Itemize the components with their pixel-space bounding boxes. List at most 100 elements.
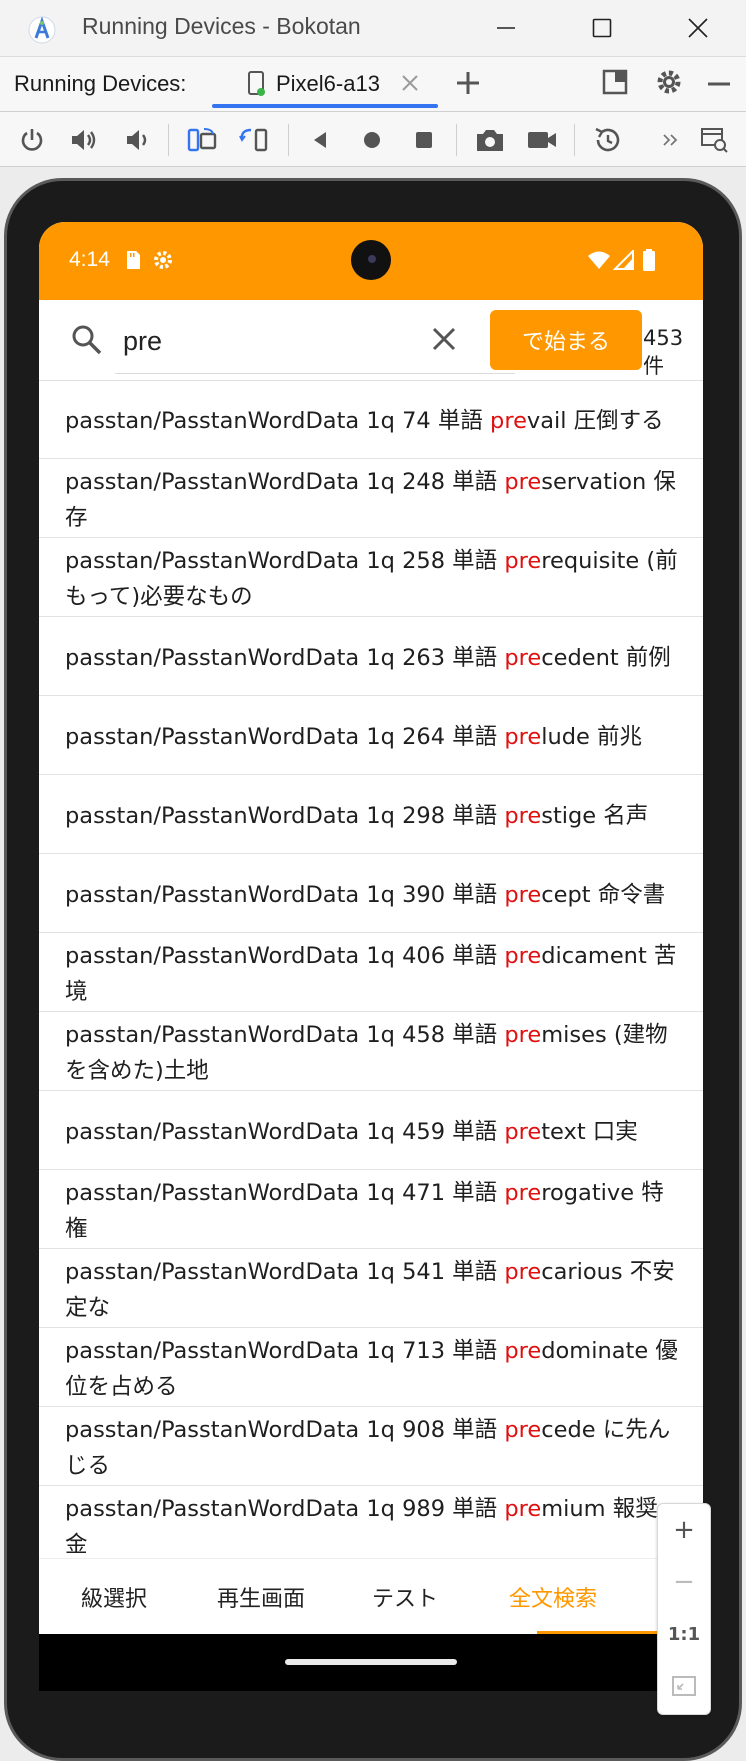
result-row[interactable]: passtan/PasstanWordData 1q 713 単語 predom… [39,1328,703,1407]
camera-icon[interactable] [472,122,508,158]
power-icon[interactable] [14,122,50,158]
search-icon [71,324,103,360]
snapshot-icon[interactable] [590,122,626,158]
window-title: Running Devices - Bokotan [82,13,361,39]
result-text: passtan/PasstanWordData 1q 471 単語 prerog… [65,1175,679,1247]
result-prefix: passtan/PasstanWordData 1q 458 単語 [65,1022,505,1048]
more-icon[interactable] [652,122,688,158]
clear-icon[interactable] [429,324,459,358]
nav-playback[interactable]: 再生画面 [217,1581,305,1613]
toolbar-separator [168,124,169,156]
result-prefix: passtan/PasstanWordData 1q 263 単語 [65,645,505,671]
gear-icon[interactable] [654,67,684,101]
result-prefix: passtan/PasstanWordData 1q 713 単語 [65,1338,505,1364]
result-text: passtan/PasstanWordData 1q 298 単語 presti… [65,798,648,834]
result-prefix: passtan/PasstanWordData 1q 248 単語 [65,469,505,495]
result-match: pre [504,1496,542,1522]
device-screen[interactable]: 4:14 で始まる 453件 passtan/PasstanWordData 1 [39,222,703,1691]
result-match: pre [504,724,542,750]
result-prefix: passtan/PasstanWordData 1q 390 単語 [65,882,505,908]
result-row[interactable]: passtan/PasstanWordData 1q 989 単語 premiu… [39,1486,703,1558]
result-rest: cept 命令書 [541,882,666,908]
result-match: pre [504,548,542,574]
toolbar-separator [456,124,457,156]
search-bar: で始まる 453件 [39,300,703,381]
status-time: 4:14 [69,248,110,271]
device-phone-icon [246,71,268,101]
result-prefix: passtan/PasstanWordData 1q 541 単語 [65,1259,505,1285]
result-row[interactable]: passtan/PasstanWordData 1q 541 単語 precar… [39,1249,703,1328]
result-rest: cedent 前例 [541,645,671,671]
result-prefix: passtan/PasstanWordData 1q 471 単語 [65,1180,505,1206]
nav-level-select[interactable]: 級選択 [81,1581,147,1613]
nav-full-text-search[interactable]: 全文検索 [509,1581,597,1613]
rotate-right-icon[interactable] [236,122,272,158]
toolbar-separator [288,124,289,156]
home-gesture-pill[interactable] [285,1659,457,1665]
result-row[interactable]: passtan/PasstanWordData 1q 471 単語 prerog… [39,1170,703,1249]
result-text: passtan/PasstanWordData 1q 406 単語 predic… [65,938,679,1010]
rotate-left-icon[interactable] [184,122,220,158]
results-list[interactable]: passtan/PasstanWordData 1q 74 単語 prevail… [39,380,703,1558]
result-rest: stige 名声 [541,803,649,829]
zoom-out-button[interactable]: − [658,1556,710,1608]
plus-icon[interactable] [454,69,482,101]
layout-icon[interactable] [602,69,628,99]
zoom-actual-size-button[interactable]: 1:1 [658,1608,710,1660]
result-text: passtan/PasstanWordData 1q 248 単語 preser… [65,464,679,536]
mirror-icon[interactable] [696,122,732,158]
result-text: passtan/PasstanWordData 1q 74 単語 prevail… [65,403,664,439]
zoom-in-button[interactable]: + [658,1504,710,1556]
volume-up-icon[interactable] [66,122,102,158]
tab-pixel6-a13[interactable]: Pixel6-a13 [232,57,438,111]
result-match: pre [504,1338,542,1364]
result-row[interactable]: passtan/PasstanWordData 1q 459 単語 pretex… [39,1091,703,1170]
back-icon[interactable] [302,122,338,158]
front-camera [351,240,391,280]
result-rest: vail 圧倒する [526,408,664,434]
result-prefix: passtan/PasstanWordData 1q 258 単語 [65,548,505,574]
result-count: 453件 [643,326,684,378]
result-match: pre [504,1417,542,1443]
result-row[interactable]: passtan/PasstanWordData 1q 406 単語 predic… [39,933,703,1012]
android-studio-icon [26,14,58,46]
window-titlebar: Running Devices - Bokotan [0,0,746,57]
toolbar-separator [574,124,575,156]
device-tab-label: Pixel6-a13 [276,71,380,96]
starts-with-button[interactable]: で始まる [490,310,642,370]
result-match: pre [504,882,542,908]
result-match: pre [504,469,542,495]
result-text: passtan/PasstanWordData 1q 541 単語 precar… [65,1254,679,1326]
home-icon[interactable] [354,122,390,158]
fit-screen-icon[interactable] [658,1660,710,1712]
minimize-icon[interactable] [476,4,536,52]
battery-icon [642,248,656,276]
close-icon[interactable] [668,4,728,52]
settings-status-icon [151,248,175,276]
video-icon[interactable] [524,122,560,158]
result-rest: lude 前兆 [541,724,643,750]
result-row[interactable]: passtan/PasstanWordData 1q 258 単語 prereq… [39,538,703,617]
result-row[interactable]: passtan/PasstanWordData 1q 390 単語 precep… [39,854,703,933]
overview-icon[interactable] [406,122,442,158]
hide-panel-icon[interactable] [706,71,732,101]
result-row[interactable]: passtan/PasstanWordData 1q 74 単語 prevail… [39,380,703,459]
device-toolbar [0,112,746,167]
result-row[interactable]: passtan/PasstanWordData 1q 458 単語 premis… [39,1012,703,1091]
result-row[interactable]: passtan/PasstanWordData 1q 264 単語 prelud… [39,696,703,775]
maximize-icon[interactable] [572,4,632,52]
result-row[interactable]: passtan/PasstanWordData 1q 263 単語 preced… [39,617,703,696]
result-row[interactable]: passtan/PasstanWordData 1q 248 単語 preser… [39,459,703,538]
zoom-controls: + − 1:1 [657,1503,711,1715]
result-prefix: passtan/PasstanWordData 1q 406 単語 [65,943,505,969]
result-row[interactable]: passtan/PasstanWordData 1q 908 単語 preced… [39,1407,703,1486]
volume-down-icon[interactable] [118,122,154,158]
result-match: pre [504,645,542,671]
result-row[interactable]: passtan/PasstanWordData 1q 298 単語 presti… [39,775,703,854]
result-match: pre [504,803,542,829]
active-tab-indicator [212,104,438,108]
close-tab-icon[interactable] [400,73,420,97]
camera-lens [368,255,376,263]
nav-test[interactable]: テスト [372,1581,438,1613]
result-match: pre [504,1119,542,1145]
